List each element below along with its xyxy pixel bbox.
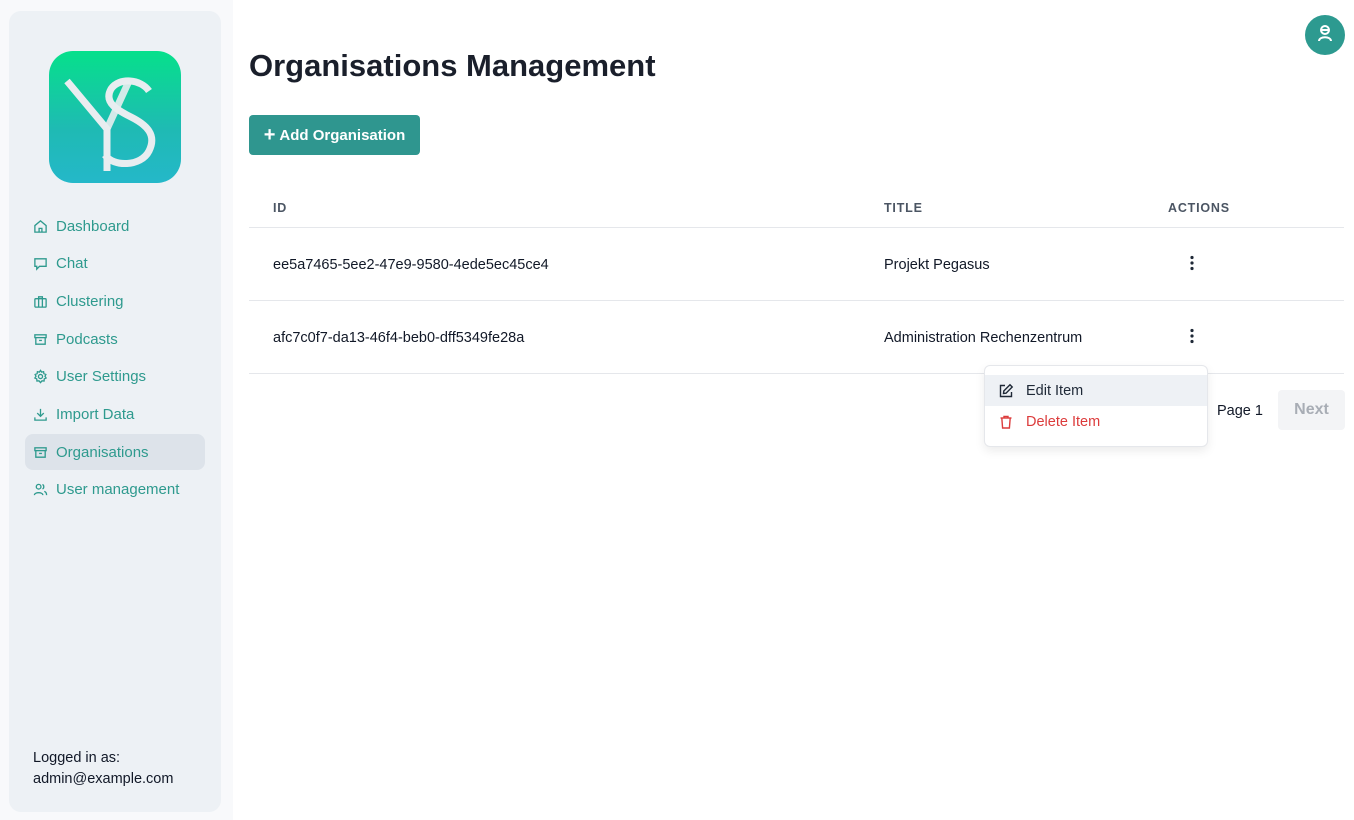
sidebar-region: Dashboard Chat Clustering Podcasts User … [0, 0, 233, 820]
edit-icon [998, 383, 1014, 399]
sidebar-item-dashboard[interactable]: Dashboard [25, 208, 205, 244]
download-icon [33, 407, 48, 422]
row-id: afc7c0f7-da13-46f4-beb0-dff5349fe28a [273, 330, 525, 346]
column-header-title: TITLE [884, 201, 923, 215]
plus-icon: + [263, 124, 276, 146]
organisations-table: ID TITLE ACTIONS ee5a7465-5ee2-47e9-9580… [249, 188, 1344, 374]
row-actions-kebab-icon[interactable] [1182, 253, 1202, 273]
sidebar-nav: Dashboard Chat Clustering Podcasts User … [25, 208, 205, 510]
sidebar-item-organisations[interactable]: Organisations [25, 434, 205, 471]
column-header-actions: ACTIONS [1168, 201, 1230, 215]
table-row: afc7c0f7-da13-46f4-beb0-dff5349fe28a Adm… [249, 301, 1344, 374]
user-icon [1314, 22, 1336, 49]
sidebar-item-label: Chat [56, 255, 88, 273]
sidebar-item-label: User Settings [56, 368, 147, 386]
logged-in-user: admin@example.com [33, 771, 174, 787]
sidebar-item-chat[interactable]: Chat [25, 246, 205, 282]
sidebar-item-label: Clustering [56, 292, 124, 310]
table-header: ID TITLE ACTIONS [249, 188, 1344, 228]
edit-item-label: Edit Item [1026, 382, 1084, 399]
logged-in-info: Logged in as: admin@example.com [33, 748, 173, 790]
sidebar-item-label: Podcasts [56, 330, 118, 348]
app-logo[interactable] [49, 51, 181, 183]
sidebar-item-label: Organisations [56, 443, 149, 461]
row-actions-kebab-icon[interactable] [1182, 326, 1202, 346]
sidebar-item-user-settings[interactable]: User Settings [25, 359, 205, 395]
sidebar-item-label: Dashboard [56, 217, 130, 235]
row-actions-menu: Edit Item Delete Item [984, 365, 1208, 447]
sidebar-item-podcasts[interactable]: Podcasts [25, 321, 205, 357]
delete-item-menu-item[interactable]: Delete Item [985, 406, 1207, 437]
add-organisation-button[interactable]: + Add Organisation [249, 115, 420, 155]
delete-item-label: Delete Item [1026, 413, 1101, 430]
user-avatar-button[interactable] [1305, 15, 1345, 55]
next-page-button[interactable]: Next [1278, 390, 1345, 430]
row-title: Administration Rechenzentrum [884, 330, 1083, 346]
page-title: Organisations Management [249, 48, 656, 83]
sidebar: Dashboard Chat Clustering Podcasts User … [9, 11, 221, 812]
row-title: Projekt Pegasus [884, 257, 990, 273]
users-icon [33, 482, 48, 497]
sidebar-item-label: User management [56, 481, 180, 499]
edit-item-menu-item[interactable]: Edit Item [985, 375, 1207, 406]
add-organisation-label: Add Organisation [279, 126, 406, 144]
trash-icon [998, 414, 1014, 430]
chat-icon [33, 256, 48, 271]
column-header-id: ID [273, 201, 288, 215]
sidebar-item-import-data[interactable]: Import Data [25, 396, 205, 432]
gear-icon [33, 369, 48, 384]
sidebar-item-clustering[interactable]: Clustering [25, 283, 205, 319]
logged-in-label: Logged in as: [33, 750, 121, 766]
table-row: ee5a7465-5ee2-47e9-9580-4ede5ec45ce4 Pro… [249, 228, 1344, 301]
sidebar-item-label: Import Data [56, 405, 135, 423]
row-id: ee5a7465-5ee2-47e9-9580-4ede5ec45ce4 [273, 257, 549, 273]
archive-icon [33, 332, 48, 347]
home-icon [33, 219, 48, 234]
page-indicator: Page 1 [1217, 403, 1263, 419]
sidebar-item-user-management[interactable]: User management [25, 472, 205, 508]
briefcase-icon [33, 294, 48, 309]
archive-icon [33, 445, 48, 460]
